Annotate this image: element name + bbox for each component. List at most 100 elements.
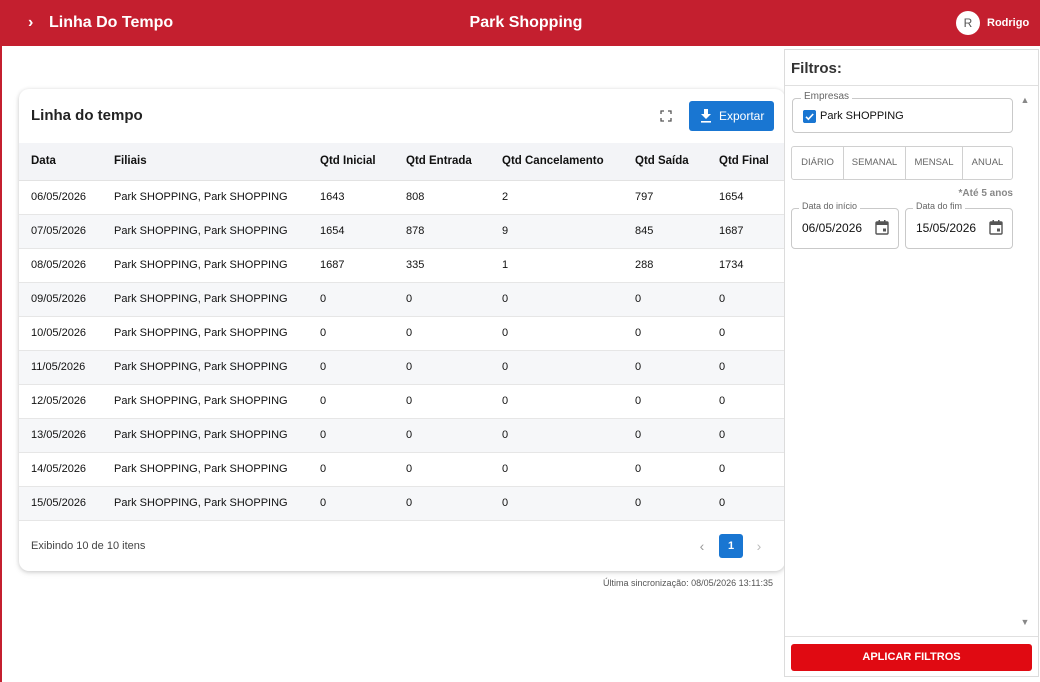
column-header[interactable]: Qtd Saída <box>635 143 719 181</box>
cell-qty-initial: 1687 <box>320 248 406 283</box>
cell-qty-final: 0 <box>719 486 785 521</box>
download-icon <box>701 109 711 123</box>
cell-qty-final: 0 <box>719 316 785 351</box>
cell-date: 11/05/2026 <box>19 350 114 385</box>
filters-panel: Filtros: ▲ Empresas Park SHOPPING DIÁRIO… <box>784 49 1039 677</box>
timeline-table: Data Filiais Qtd Inicial Qtd Entrada Qtd… <box>19 143 785 521</box>
export-button[interactable]: Exportar <box>689 101 774 131</box>
cell-qty-out: 0 <box>635 452 719 487</box>
cell-qty-final: 0 <box>719 452 785 487</box>
period-yearly-button[interactable]: ANUAL <box>963 147 1012 179</box>
cell-branches: Park SHOPPING, Park SHOPPING <box>114 384 320 419</box>
last-sync-text: Última sincronização: 08/05/2026 13:11:3… <box>603 578 773 588</box>
table-row[interactable]: 15/05/2026 Park SHOPPING, Park SHOPPING 0 0… <box>19 486 785 521</box>
export-label: Exportar <box>719 109 765 123</box>
cell-date: 15/05/2026 <box>19 486 114 521</box>
cell-qty-final: 0 <box>719 350 785 385</box>
cell-qty-initial: 0 <box>320 316 406 351</box>
column-header[interactable]: Filiais <box>114 143 320 181</box>
cell-qty-cancel: 1 <box>502 248 635 283</box>
cell-qty-in: 0 <box>406 316 502 351</box>
next-page-icon[interactable]: › <box>752 538 766 554</box>
end-date-value[interactable]: 15/05/2026 <box>916 221 976 235</box>
cell-qty-cancel: 9 <box>502 214 635 249</box>
table-row[interactable]: 14/05/2026 Park SHOPPING, Park SHOPPING 0 0… <box>19 452 785 487</box>
calendar-icon[interactable] <box>875 219 889 235</box>
table-row[interactable]: 10/05/2026 Park SHOPPING, Park SHOPPING 0 0… <box>19 316 785 351</box>
cell-qty-out: 288 <box>635 248 719 283</box>
cell-qty-out: 0 <box>635 282 719 317</box>
card-title: Linha do tempo <box>31 107 143 124</box>
cell-qty-final: 0 <box>719 384 785 419</box>
table-row[interactable]: 11/05/2026 Park SHOPPING, Park SHOPPING 0 0… <box>19 350 785 385</box>
cell-qty-final: 1654 <box>719 180 785 215</box>
cell-qty-initial: 1654 <box>320 214 406 249</box>
avatar[interactable]: R <box>956 11 980 35</box>
cell-qty-in: 0 <box>406 384 502 419</box>
range-note: *Até 5 anos <box>958 188 1013 199</box>
cell-qty-in: 0 <box>406 418 502 453</box>
cell-qty-initial: 0 <box>320 350 406 385</box>
top-app-bar: › Linha Do Tempo Park Shopping R Rodrigo <box>0 0 1040 46</box>
cell-qty-final: 1687 <box>719 214 785 249</box>
period-daily-button[interactable]: DIÁRIO <box>792 147 844 179</box>
table-row[interactable]: 13/05/2026 Park SHOPPING, Park SHOPPING 0 0… <box>19 418 785 453</box>
cell-qty-cancel: 0 <box>502 316 635 351</box>
cell-branches: Park SHOPPING, Park SHOPPING <box>114 180 320 215</box>
cell-qty-initial: 0 <box>320 452 406 487</box>
cell-qty-initial: 0 <box>320 418 406 453</box>
scroll-up-icon[interactable]: ▲ <box>1020 95 1030 105</box>
cell-branches: Park SHOPPING, Park SHOPPING <box>114 452 320 487</box>
cell-branches: Park SHOPPING, Park SHOPPING <box>114 248 320 283</box>
cell-date: 09/05/2026 <box>19 282 114 317</box>
cell-qty-final: 1734 <box>719 248 785 283</box>
store-name: Park Shopping <box>469 14 583 31</box>
period-weekly-button[interactable]: SEMANAL <box>844 147 906 179</box>
period-monthly-button[interactable]: MENSAL <box>906 147 963 179</box>
cell-qty-in: 0 <box>406 282 502 317</box>
cell-qty-initial: 0 <box>320 384 406 419</box>
start-date-value[interactable]: 06/05/2026 <box>802 221 862 235</box>
table-row[interactable]: 09/05/2026 Park SHOPPING, Park SHOPPING 0 0… <box>19 282 785 317</box>
left-edge-divider <box>0 46 2 682</box>
table-header-row: Data Filiais Qtd Inicial Qtd Entrada Qtd… <box>19 143 785 181</box>
column-header[interactable]: Data <box>19 143 114 181</box>
cell-date: 10/05/2026 <box>19 316 114 351</box>
cell-qty-cancel: 0 <box>502 486 635 521</box>
page-button-current[interactable]: 1 <box>719 534 743 558</box>
divider <box>785 85 1038 86</box>
fullscreen-icon[interactable] <box>660 110 672 122</box>
column-header[interactable]: Qtd Entrada <box>406 143 502 181</box>
cell-date: 14/05/2026 <box>19 452 114 487</box>
cell-branches: Park SHOPPING, Park SHOPPING <box>114 316 320 351</box>
timeline-card: Linha do tempo Exportar Data Filiais Qtd… <box>19 89 785 571</box>
cell-branches: Park SHOPPING, Park SHOPPING <box>114 418 320 453</box>
table-row[interactable]: 06/05/2026 Park SHOPPING, Park SHOPPING 16… <box>19 180 785 215</box>
scroll-down-icon[interactable]: ▼ <box>1020 617 1030 627</box>
table-row[interactable]: 07/05/2026 Park SHOPPING, Park SHOPPING 16… <box>19 214 785 249</box>
cell-date: 08/05/2026 <box>19 248 114 283</box>
column-header[interactable]: Qtd Final <box>719 143 785 181</box>
cell-qty-out: 797 <box>635 180 719 215</box>
cell-qty-in: 0 <box>406 350 502 385</box>
cell-qty-initial: 0 <box>320 282 406 317</box>
checkbox-checked-icon[interactable] <box>803 110 816 123</box>
apply-filters-button[interactable]: APLICAR FILTROS <box>791 644 1032 671</box>
table-row[interactable]: 12/05/2026 Park SHOPPING, Park SHOPPING 0 0… <box>19 384 785 419</box>
cell-qty-final: 0 <box>719 282 785 317</box>
table-row[interactable]: 08/05/2026 Park SHOPPING, Park SHOPPING 16… <box>19 248 785 283</box>
divider <box>785 636 1038 637</box>
cell-qty-in: 0 <box>406 486 502 521</box>
column-header[interactable]: Qtd Cancelamento <box>502 143 635 181</box>
company-option-label[interactable]: Park SHOPPING <box>820 110 904 123</box>
column-header[interactable]: Qtd Inicial <box>320 143 406 181</box>
cell-qty-cancel: 0 <box>502 452 635 487</box>
calendar-icon[interactable] <box>989 219 1003 235</box>
cell-branches: Park SHOPPING, Park SHOPPING <box>114 486 320 521</box>
prev-page-icon[interactable]: ‹ <box>695 538 709 554</box>
cell-date: 06/05/2026 <box>19 180 114 215</box>
cell-branches: Park SHOPPING, Park SHOPPING <box>114 350 320 385</box>
cell-qty-cancel: 0 <box>502 350 635 385</box>
cell-qty-initial: 0 <box>320 486 406 521</box>
username[interactable]: Rodrigo <box>987 16 1029 30</box>
